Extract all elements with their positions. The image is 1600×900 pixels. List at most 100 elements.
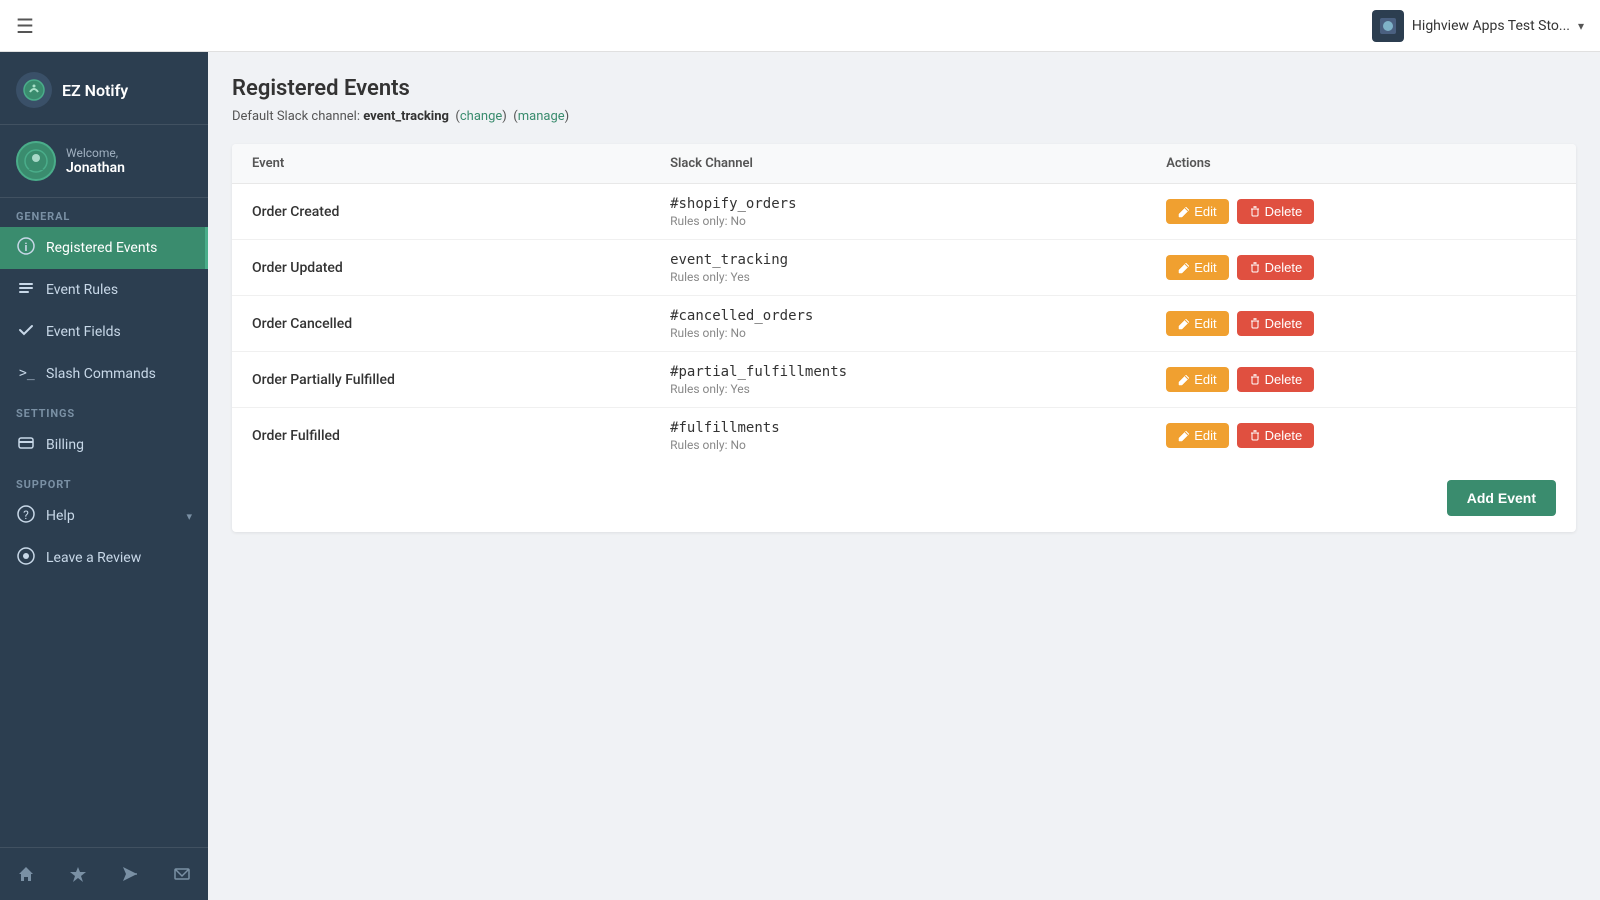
sidebar-item-help[interactable]: ? Help ▾ — [0, 495, 208, 537]
mail-bottom-icon[interactable] — [164, 856, 200, 892]
channel-cell: #shopify_orders Rules only: No — [650, 184, 1146, 240]
slash-commands-label: Slash Commands — [46, 366, 192, 382]
event-rules-icon — [16, 279, 36, 301]
actions-cell: Edit Delete — [1146, 296, 1576, 352]
help-chevron-icon: ▾ — [186, 510, 192, 523]
delete-button[interactable]: Delete — [1237, 311, 1315, 336]
edit-button[interactable]: Edit — [1166, 311, 1228, 336]
sidebar: EZ Notify Welcome, Jonathan GENERAL i Re… — [0, 52, 208, 900]
user-info: Welcome, Jonathan — [66, 146, 125, 176]
channel-tag: #cancelled_orders — [670, 308, 1126, 324]
actions-buttons: Edit Delete — [1166, 423, 1556, 448]
events-table-card: Event Slack Channel Actions Order Create… — [232, 144, 1576, 532]
edit-button[interactable]: Edit — [1166, 423, 1228, 448]
leave-review-label: Leave a Review — [46, 550, 192, 566]
sidebar-item-leave-review[interactable]: Leave a Review — [0, 537, 208, 579]
avatar — [16, 141, 56, 181]
event-name: Order Updated — [252, 260, 343, 276]
rules-only: Rules only: No — [670, 438, 1126, 452]
billing-label: Billing — [46, 437, 192, 453]
slash-commands-icon: >_ — [16, 363, 36, 385]
channel-cell: event_tracking Rules only: Yes — [650, 240, 1146, 296]
delete-button[interactable]: Delete — [1237, 255, 1315, 280]
channel-tag: #fulfillments — [670, 420, 1126, 436]
change-link[interactable]: change — [460, 109, 502, 124]
general-section-label: GENERAL — [0, 198, 208, 227]
event-name: Order Fulfilled — [252, 428, 340, 444]
registered-events-label: Registered Events — [46, 240, 189, 256]
settings-section-label: SETTINGS — [0, 395, 208, 424]
menu-icon[interactable]: ☰ — [16, 14, 34, 38]
channel-tag: #partial_fulfillments — [670, 364, 1126, 380]
actions-cell: Edit Delete — [1146, 240, 1576, 296]
manage-link[interactable]: manage — [518, 109, 565, 124]
welcome-text: Welcome, — [66, 146, 125, 160]
page-title: Registered Events — [232, 76, 1576, 101]
events-table: Event Slack Channel Actions Order Create… — [232, 144, 1576, 464]
table-row: Order Partially Fulfilled #partial_fulfi… — [232, 352, 1576, 408]
sidebar-item-event-rules[interactable]: Event Rules — [0, 269, 208, 311]
event-name-cell: Order Updated — [232, 240, 650, 296]
add-event-button[interactable]: Add Event — [1447, 480, 1556, 516]
actions-cell: Edit Delete — [1146, 408, 1576, 464]
rules-only: Rules only: No — [670, 214, 1126, 228]
rules-only: Rules only: Yes — [670, 382, 1126, 396]
event-name-cell: Order Cancelled — [232, 296, 650, 352]
actions-cell: Edit Delete — [1146, 352, 1576, 408]
sidebar-item-event-fields[interactable]: Event Fields — [0, 311, 208, 353]
store-selector[interactable]: Highview Apps Test Sto... ▾ — [1372, 10, 1584, 42]
layout: EZ Notify Welcome, Jonathan GENERAL i Re… — [0, 52, 1600, 900]
help-icon: ? — [16, 505, 36, 527]
sidebar-item-slash-commands[interactable]: >_ Slash Commands — [0, 353, 208, 395]
info-icon: i — [16, 237, 36, 259]
col-slack-channel: Slack Channel — [650, 144, 1146, 184]
send-bottom-icon[interactable] — [112, 856, 148, 892]
edit-button[interactable]: Edit — [1166, 199, 1228, 224]
channel-cell: #cancelled_orders Rules only: No — [650, 296, 1146, 352]
col-event: Event — [232, 144, 650, 184]
sidebar-item-registered-events[interactable]: i Registered Events — [0, 227, 208, 269]
rules-only: Rules only: No — [670, 326, 1126, 340]
actions-buttons: Edit Delete — [1166, 199, 1556, 224]
events-table-body: Order Created #shopify_orders Rules only… — [232, 184, 1576, 464]
user-section: Welcome, Jonathan — [0, 125, 208, 198]
table-row: Order Updated event_tracking Rules only:… — [232, 240, 1576, 296]
col-actions: Actions — [1146, 144, 1576, 184]
default-channel-name: event_tracking — [363, 109, 449, 124]
event-name: Order Cancelled — [252, 316, 352, 332]
rules-only: Rules only: Yes — [670, 270, 1126, 284]
store-avatar — [1372, 10, 1404, 42]
event-fields-label: Event Fields — [46, 324, 192, 340]
edit-button[interactable]: Edit — [1166, 255, 1228, 280]
home-bottom-icon[interactable] — [8, 856, 44, 892]
topbar: ☰ Highview Apps Test Sto... ▾ — [0, 0, 1600, 52]
delete-button[interactable]: Delete — [1237, 367, 1315, 392]
channel-cell: #partial_fulfillments Rules only: Yes — [650, 352, 1146, 408]
actions-buttons: Edit Delete — [1166, 311, 1556, 336]
edit-button[interactable]: Edit — [1166, 367, 1228, 392]
event-name-cell: Order Partially Fulfilled — [232, 352, 650, 408]
event-name: Order Partially Fulfilled — [252, 372, 395, 388]
add-event-row: Add Event — [232, 464, 1576, 532]
default-channel-info: Default Slack channel: event_tracking (c… — [232, 109, 1576, 124]
table-row: Order Cancelled #cancelled_orders Rules … — [232, 296, 1576, 352]
delete-button[interactable]: Delete — [1237, 199, 1315, 224]
event-fields-icon — [16, 321, 36, 343]
app-logo — [16, 72, 52, 108]
user-name: Jonathan — [66, 160, 125, 176]
help-label: Help — [46, 508, 176, 524]
topbar-left: ☰ — [16, 14, 34, 38]
channel-tag: event_tracking — [670, 252, 1126, 268]
leave-review-icon — [16, 547, 36, 569]
app-name: EZ Notify — [62, 81, 128, 100]
delete-button[interactable]: Delete — [1237, 423, 1315, 448]
star-bottom-icon[interactable] — [60, 856, 96, 892]
svg-text:?: ? — [23, 508, 29, 522]
table-row: Order Fulfilled #fulfillments Rules only… — [232, 408, 1576, 464]
channel-cell: #fulfillments Rules only: No — [650, 408, 1146, 464]
sidebar-item-billing[interactable]: Billing — [0, 424, 208, 466]
default-channel-prefix: Default Slack channel: — [232, 109, 360, 124]
event-rules-label: Event Rules — [46, 282, 192, 298]
store-name: Highview Apps Test Sto... — [1412, 18, 1570, 34]
actions-buttons: Edit Delete — [1166, 255, 1556, 280]
